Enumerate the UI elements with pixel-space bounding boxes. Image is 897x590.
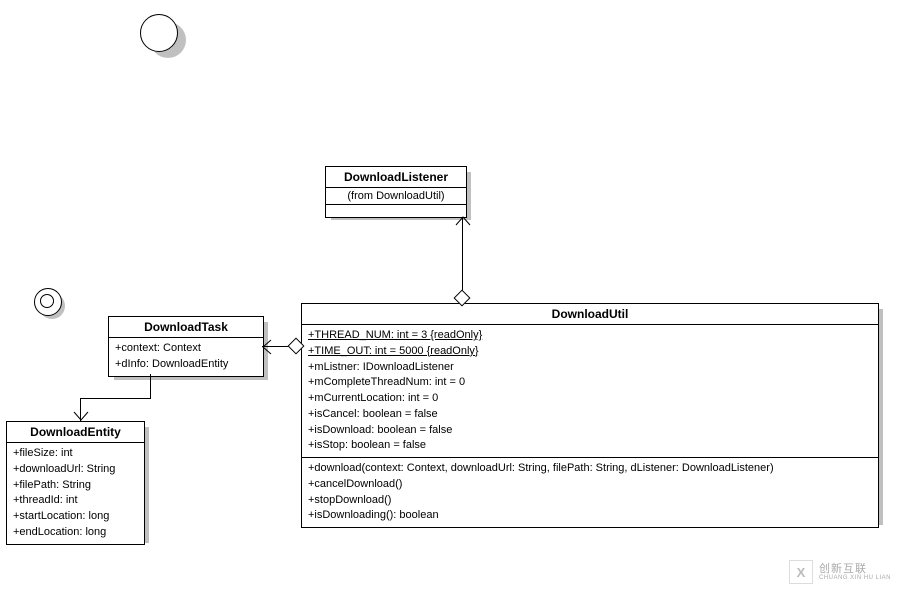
open-arrow-icon: [262, 339, 272, 355]
class-title: DownloadUtil: [302, 304, 878, 325]
class-member: +threadId: int: [13, 493, 138, 509]
class-attributes: +THREAD_NUM: int = 3 {readOnly}+TIME_OUT…: [302, 325, 878, 458]
class-member: +mListner: IDownloadListener: [308, 360, 872, 376]
class-member: +mCompleteThreadNum: int = 0: [308, 375, 872, 391]
class-operations: +download(context: Context, downloadUrl:…: [302, 458, 878, 527]
class-empty-section: [326, 205, 466, 217]
connector-line: [150, 374, 151, 398]
connector-line: [80, 398, 151, 399]
connector-line: [462, 218, 463, 298]
class-member: +downloadUrl: String: [13, 462, 138, 478]
class-member: +filePath: String: [13, 478, 138, 494]
watermark-line1: 创新互联: [819, 563, 891, 575]
class-member: +TIME_OUT: int = 5000 {readOnly}: [308, 344, 872, 360]
class-download-util: DownloadUtil +THREAD_NUM: int = 3 {readO…: [301, 303, 879, 528]
class-member: +dInfo: DownloadEntity: [115, 357, 257, 373]
watermark-logo-icon: X: [789, 560, 813, 584]
class-member: +isStop: boolean = false: [308, 438, 872, 454]
class-member: +cancelDownload(): [308, 477, 872, 493]
class-stereotype: (from DownloadUtil): [326, 188, 466, 205]
class-download-task: DownloadTask +context: Context+dInfo: Do…: [108, 316, 264, 377]
class-title: DownloadEntity: [7, 422, 144, 443]
open-arrow-icon: [73, 411, 89, 421]
class-member: +endLocation: long: [13, 525, 138, 541]
class-title: DownloadTask: [109, 317, 263, 338]
class-member: +startLocation: long: [13, 509, 138, 525]
class-member: +download(context: Context, downloadUrl:…: [308, 461, 872, 477]
class-member: +isDownload: boolean = false: [308, 423, 872, 439]
class-attributes: +context: Context+dInfo: DownloadEntity: [109, 338, 263, 376]
class-member: +context: Context: [115, 341, 257, 357]
class-attributes: +fileSize: int+downloadUrl: String+fileP…: [7, 443, 144, 544]
class-title: DownloadListener: [326, 167, 466, 188]
class-member: +stopDownload(): [308, 493, 872, 509]
class-member: +THREAD_NUM: int = 3 {readOnly}: [308, 328, 872, 344]
state-node: [34, 288, 62, 316]
class-download-listener: DownloadListener (from DownloadUtil): [325, 166, 467, 218]
watermark: X 创新互联 CHUANG XIN HU LIAN: [789, 560, 891, 584]
class-member: +isCancel: boolean = false: [308, 407, 872, 423]
class-member: +mCurrentLocation: int = 0: [308, 391, 872, 407]
class-member: +isDownloading(): boolean: [308, 508, 872, 524]
class-member: +fileSize: int: [13, 446, 138, 462]
open-arrow-icon: [455, 216, 471, 226]
watermark-line2: CHUANG XIN HU LIAN: [819, 575, 891, 582]
class-download-entity: DownloadEntity +fileSize: int+downloadUr…: [6, 421, 145, 545]
state-inner-circle: [40, 294, 54, 308]
state-node: [140, 14, 178, 52]
